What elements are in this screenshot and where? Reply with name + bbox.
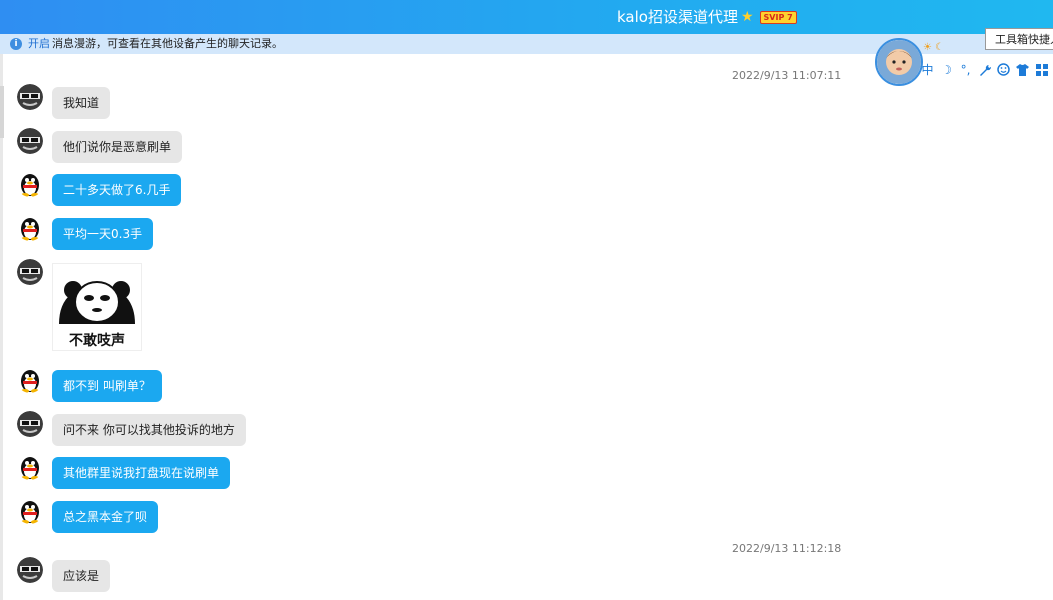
enable-roaming-link[interactable]: 开启 bbox=[28, 34, 50, 54]
self-avatar[interactable] bbox=[17, 215, 43, 241]
message-bubble[interactable]: 都不到 叫刷单？ bbox=[52, 370, 162, 402]
shirt-icon[interactable] bbox=[1013, 60, 1032, 80]
message-bubble[interactable]: 总之黑本金了呗 bbox=[52, 501, 159, 533]
contact-avatar[interactable] bbox=[17, 128, 43, 154]
message-bubble[interactable]: 我知道 bbox=[52, 87, 111, 119]
roaming-notice-text: 消息漫游，可查看在其他设备产生的聊天记录。 bbox=[52, 37, 283, 50]
user-profile-avatar[interactable] bbox=[875, 38, 923, 86]
contact-avatar[interactable] bbox=[17, 411, 43, 437]
info-icon: i bbox=[10, 38, 22, 50]
chat-name: kalo招设渠道代理 bbox=[617, 8, 738, 26]
self-avatar[interactable] bbox=[17, 498, 43, 524]
svip-badge: SVIP 7 bbox=[759, 10, 797, 24]
smiley-icon[interactable] bbox=[994, 60, 1013, 80]
moon-status-icon: ☾ bbox=[935, 42, 944, 53]
sun-icon: ☀ bbox=[923, 42, 932, 53]
contact-avatar[interactable] bbox=[17, 259, 43, 285]
self-avatar[interactable] bbox=[17, 171, 43, 197]
contact-avatar[interactable] bbox=[17, 84, 43, 110]
wrench-icon[interactable] bbox=[975, 60, 994, 80]
left-scroll-handle[interactable] bbox=[0, 86, 4, 138]
panda-face-icon bbox=[59, 281, 135, 324]
message-timestamp: 2022/9/13 11:12:18 bbox=[732, 542, 842, 555]
message-bubble[interactable]: 他们说你是恶意刷单 bbox=[52, 131, 183, 163]
message-bubble[interactable]: 平均一天0.3手 bbox=[52, 218, 154, 250]
self-avatar[interactable] bbox=[17, 454, 43, 480]
self-avatar[interactable] bbox=[17, 367, 43, 393]
grid-icon[interactable] bbox=[1032, 60, 1051, 80]
message-bubble[interactable]: 问不来 你可以找其他投诉的地方 bbox=[52, 414, 246, 446]
message-bubble[interactable]: 应该是 bbox=[52, 560, 111, 592]
message-timestamp: 2022/9/13 11:07:11 bbox=[732, 69, 842, 82]
message-bubble[interactable]: 其他群里说我打盘现在说刷单 bbox=[52, 457, 231, 489]
window-title: kalo招设渠道代理 ★ SVIP 7 bbox=[617, 6, 797, 28]
input-method-button[interactable]: 中 bbox=[918, 60, 937, 80]
sticker-caption: 不敢吱声 bbox=[69, 333, 125, 349]
star-icon: ★ bbox=[740, 9, 754, 25]
toolbox-tooltip: 工具箱快捷入口 bbox=[985, 28, 1053, 50]
message-bubble[interactable]: 二十多天做了6.几手 bbox=[52, 174, 182, 206]
title-bar: kalo招设渠道代理 ★ SVIP 7 bbox=[0, 0, 1053, 34]
panda-sticker[interactable]: 不敢吱声 bbox=[52, 263, 142, 351]
toolbox-bar: 中 ☽ °, bbox=[918, 60, 1051, 80]
moon-icon[interactable]: ☽ bbox=[937, 60, 956, 80]
dots-icon[interactable]: °, bbox=[956, 60, 975, 80]
contact-avatar[interactable] bbox=[17, 557, 43, 583]
